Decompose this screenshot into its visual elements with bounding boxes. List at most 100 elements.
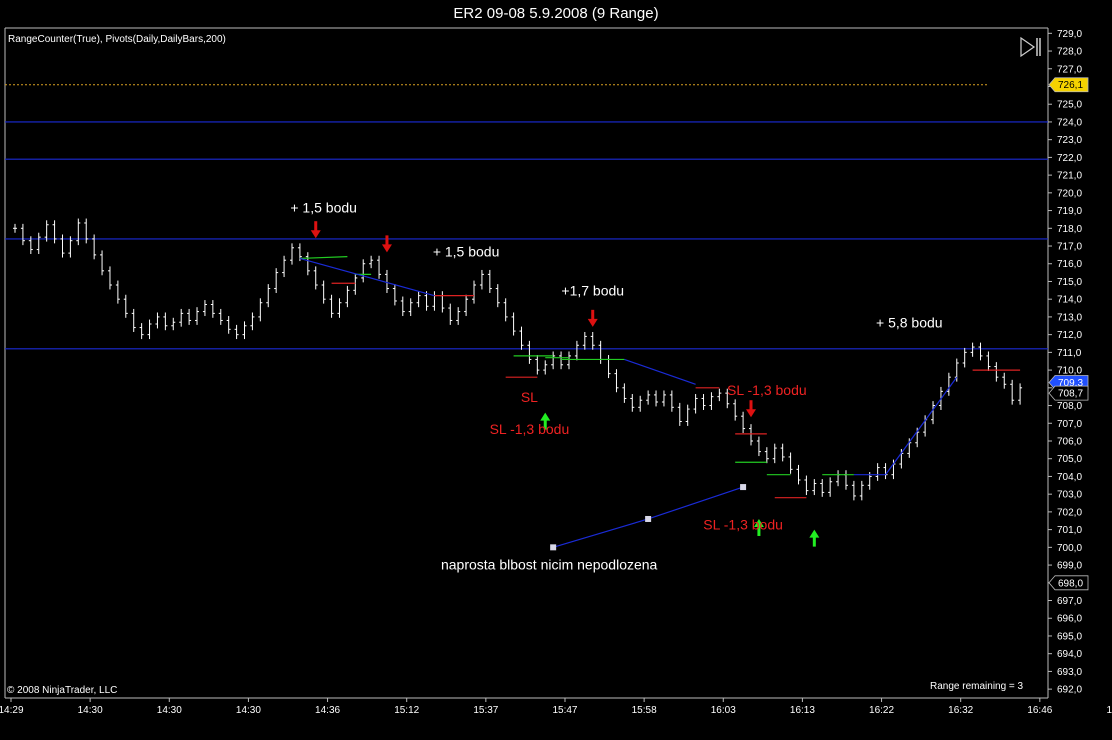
arrow-head — [310, 230, 321, 239]
price-bar — [756, 436, 761, 457]
price-bar — [764, 447, 769, 464]
y-tick-label: 717,0 — [1057, 242, 1082, 253]
price-bar — [828, 477, 833, 497]
price-bar — [780, 443, 785, 462]
arrow-shaft — [749, 400, 753, 411]
price-bar — [978, 342, 983, 361]
x-tick-label: 15:58 — [632, 705, 657, 716]
price-marker: 726,1 — [1048, 77, 1089, 93]
x-tick-label: 14:30 — [78, 705, 103, 716]
price-bar — [994, 362, 999, 382]
trendline-handle[interactable] — [740, 484, 747, 491]
price-bar — [107, 266, 112, 290]
price-bar — [946, 372, 951, 396]
price-bar — [163, 312, 168, 331]
y-tick-label: 720,0 — [1057, 188, 1082, 199]
x-tick-label: 16:03 — [711, 705, 736, 716]
price-bar — [139, 323, 144, 340]
price-bar — [440, 291, 445, 313]
y-tick-label: 715,0 — [1057, 277, 1082, 288]
price-bar — [606, 355, 611, 379]
price-bar — [487, 269, 492, 293]
y-tick-label: 693,0 — [1057, 667, 1082, 678]
arrow-shaft — [314, 221, 318, 232]
price-marker: 708,7 — [1048, 385, 1089, 401]
price-bar — [472, 280, 477, 304]
arrow-shaft — [385, 235, 389, 246]
price-bar — [812, 479, 817, 496]
price-bar — [258, 298, 263, 322]
arrow-head — [540, 412, 551, 421]
price-bar — [408, 298, 413, 317]
sell-arrow-icon — [381, 235, 392, 253]
price-bar — [503, 298, 508, 322]
price-bar — [598, 340, 603, 364]
price-bar — [171, 317, 176, 331]
y-tick-label: 702,0 — [1057, 507, 1082, 518]
price-bar — [202, 300, 207, 317]
price-bar — [741, 411, 746, 434]
price-bar — [92, 234, 97, 260]
price-bar — [305, 252, 310, 276]
price-bar — [931, 401, 936, 425]
y-tick-label: 729,0 — [1057, 29, 1082, 40]
annotation-text: + 5,8 bodu — [876, 315, 943, 331]
range-remaining-label: Range remaining = 3 — [930, 681, 1024, 692]
price-bar — [147, 319, 152, 340]
price-bar — [590, 331, 595, 350]
price-bar — [843, 470, 848, 490]
arrow-head — [746, 409, 757, 418]
trendline-handle[interactable] — [550, 544, 557, 551]
annotation-text: + 1,5 bodu — [290, 199, 357, 215]
price-bar — [353, 273, 358, 295]
y-tick-label: 708,0 — [1057, 401, 1082, 412]
price-bar — [313, 266, 318, 290]
y-tick-label: 711,0 — [1057, 348, 1082, 359]
price-bar — [226, 316, 231, 334]
price-bar — [76, 218, 81, 246]
y-tick-label: 700,0 — [1057, 543, 1082, 554]
sell-arrow-icon — [746, 400, 757, 418]
x-tick-label: 16:46 — [1027, 705, 1052, 716]
price-bar — [638, 395, 643, 412]
annotation-text: SL — [521, 389, 538, 405]
price-bar — [820, 479, 825, 497]
price-bar — [84, 218, 89, 244]
y-tick-label: 704,0 — [1057, 472, 1082, 483]
y-tick-label: 713,0 — [1057, 312, 1082, 323]
price-marker: 698,0 — [1048, 575, 1089, 591]
annotation-text: + 1,5 bodu — [433, 244, 500, 260]
x-tick-label: 16:13 — [790, 705, 815, 716]
y-tick-label: 718,0 — [1057, 224, 1082, 235]
price-chart[interactable]: naprosta blbost nicim nepodlozena + 1,5 … — [0, 0, 1112, 740]
copyright-label: © 2008 NinjaTrader, LLC — [7, 685, 117, 696]
y-tick-label: 716,0 — [1057, 259, 1082, 270]
price-marker-label: 698,0 — [1058, 578, 1083, 589]
price-bar — [289, 243, 294, 265]
y-tick-label: 692,0 — [1057, 685, 1082, 696]
trendline-handle[interactable] — [645, 515, 652, 522]
price-bar — [875, 463, 880, 481]
y-tick-label: 724,0 — [1057, 117, 1082, 128]
price-bar — [13, 223, 17, 233]
price-bar — [329, 294, 334, 318]
play-icon[interactable] — [1020, 36, 1041, 58]
price-bar — [369, 255, 374, 269]
price-bar — [242, 321, 247, 340]
y-tick-label: 719,0 — [1057, 206, 1082, 217]
price-bar — [519, 326, 524, 350]
y-tick-label: 725,0 — [1057, 100, 1082, 111]
price-bar — [859, 480, 864, 501]
drawn-segment — [885, 376, 958, 476]
price-bar — [392, 284, 397, 306]
annotation-text: SL -1,3 bodu — [727, 382, 807, 398]
y-tick-label: 707,0 — [1057, 419, 1082, 430]
y-tick-label: 703,0 — [1057, 490, 1082, 501]
price-bar — [384, 269, 389, 293]
price-bar — [646, 390, 651, 405]
price-bar — [416, 291, 421, 308]
indicator-label: RangeCounter(True), Pivots(Daily,DailyBa… — [8, 34, 226, 45]
price-bar — [796, 464, 801, 485]
price-bar — [448, 303, 453, 325]
price-bar — [479, 269, 484, 290]
